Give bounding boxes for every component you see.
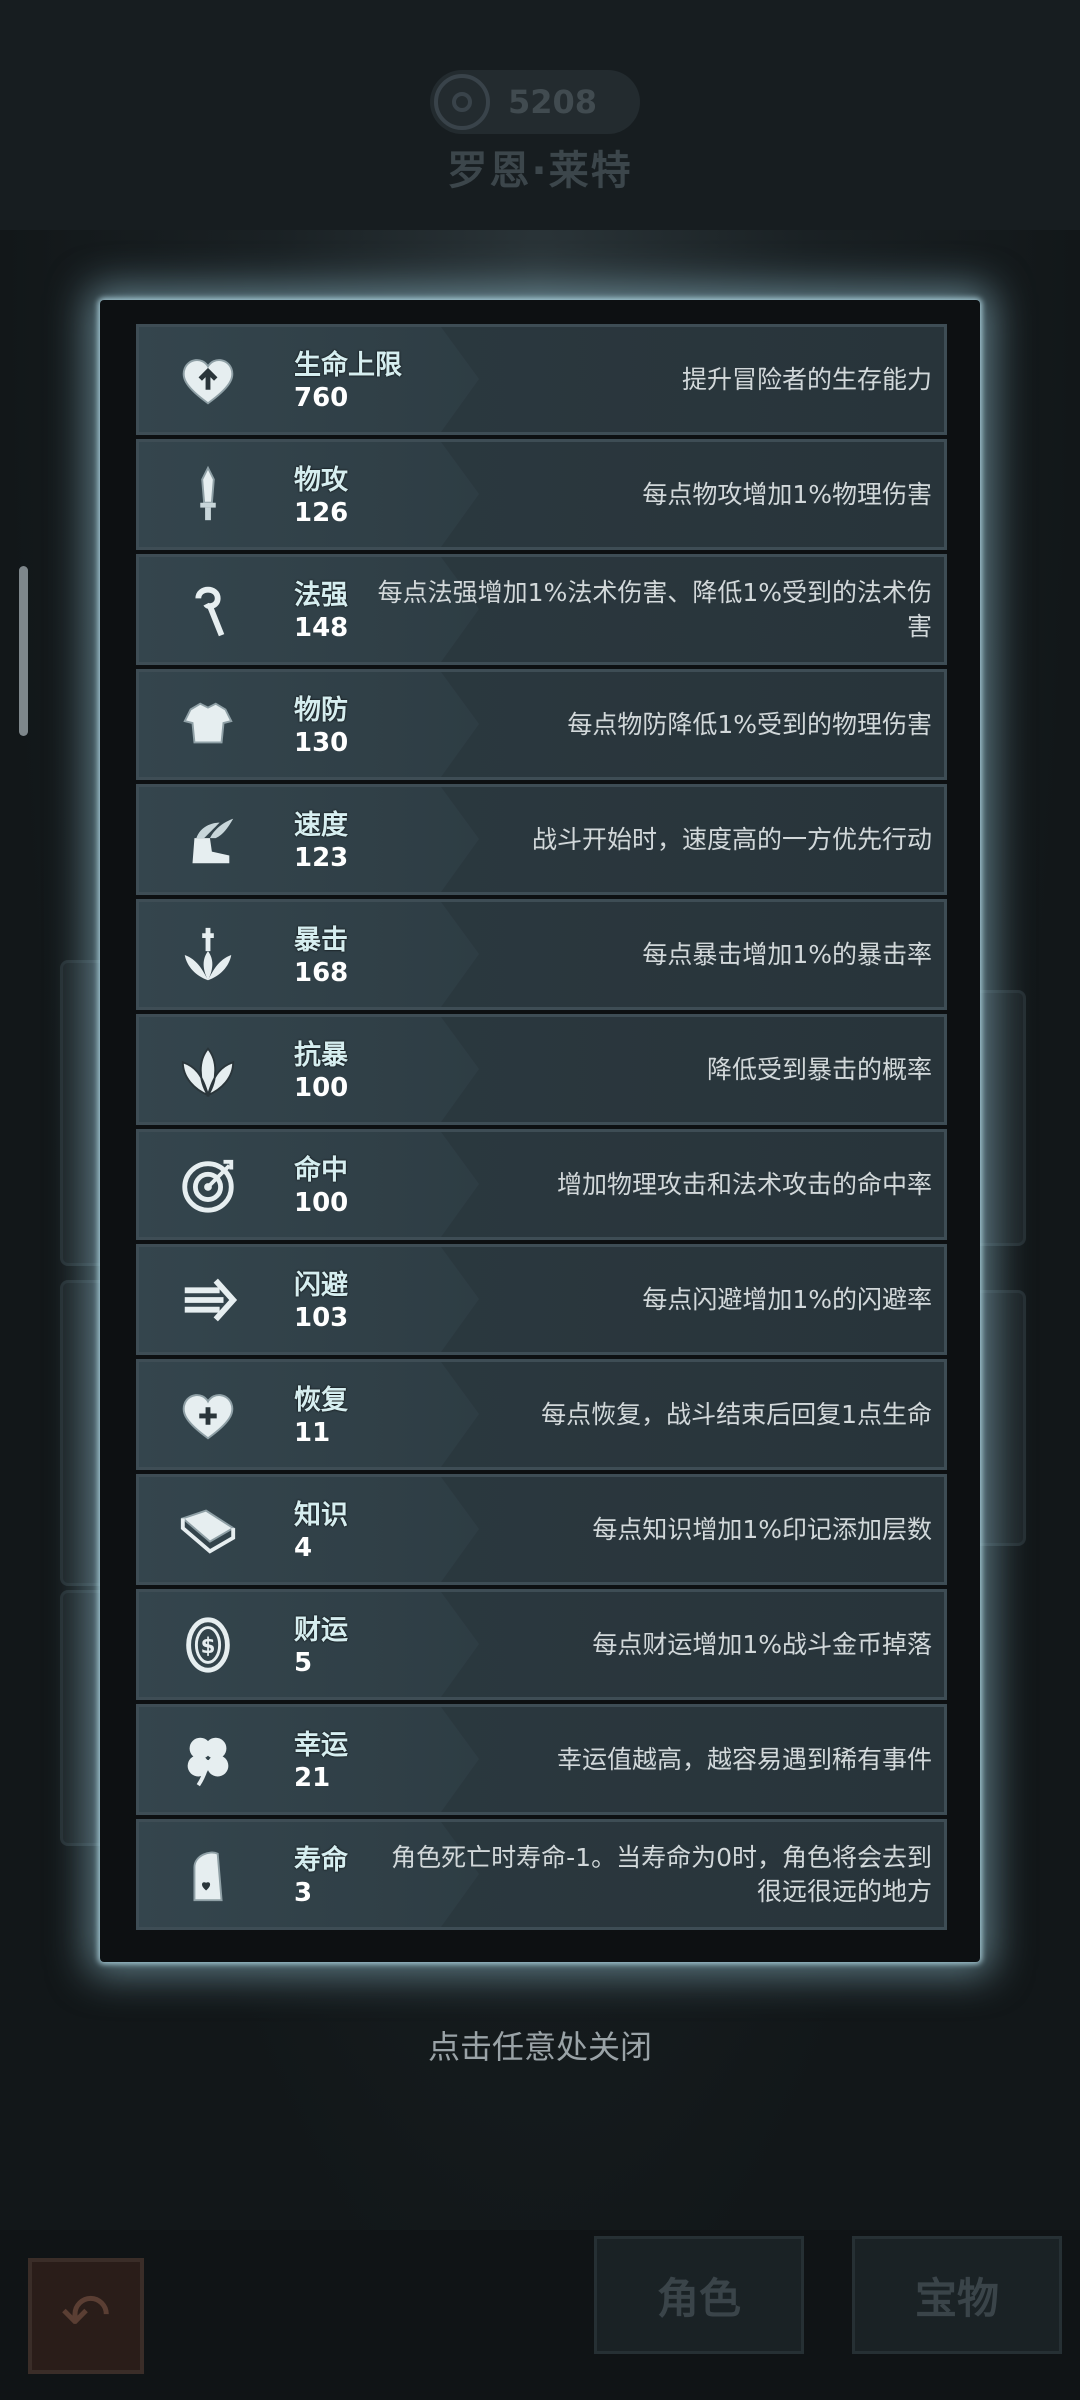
target-icon [177, 1154, 239, 1216]
stat-value: 126 [294, 498, 349, 528]
dodge-icon [177, 1269, 239, 1331]
tab-character-label: 角色 [656, 2273, 741, 2323]
stat-name: 恢复 [294, 1385, 348, 1416]
back-arrow-icon: ↶ [60, 2281, 112, 2351]
book-icon [177, 1499, 239, 1561]
stat-row: 抗暴 100 降低受到暴击的概率 [136, 1014, 947, 1125]
coin-icon: $ [177, 1614, 239, 1676]
stat-value: 3 [294, 1878, 313, 1908]
stat-row: 幸运 21 幸运值越高，越容易遇到稀有事件 [136, 1704, 947, 1815]
stat-name: 寿命 [294, 1845, 348, 1876]
stat-description-text: 每点恢复，战斗结束后回复1点生命 [541, 1399, 932, 1429]
tab-character[interactable]: 角色 [594, 2236, 804, 2354]
stat-description-text: 提升冒险者的生存能力 [681, 364, 932, 394]
stat-description: 每点知识增加1%印记添加层数 [372, 1477, 932, 1582]
stat-description: 每点恢复，战斗结束后回复1点生命 [372, 1362, 932, 1467]
stat-description-text: 每点暴击增加1%的暴击率 [642, 939, 932, 969]
stat-row: 物防 130 每点物防降低1%受到的物理伤害 [136, 669, 947, 780]
stat-row: 法强 148 每点法强增加1%法术伤害、降低1%受到的法术伤害 [136, 554, 947, 665]
stat-row: 速度 123 战斗开始时，速度高的一方优先行动 [136, 784, 947, 895]
stat-description-text: 幸运值越高，越容易遇到稀有事件 [556, 1744, 932, 1774]
stat-value: 21 [294, 1763, 331, 1793]
crit-resist-icon [177, 1039, 239, 1101]
winged-boot-icon [177, 809, 239, 871]
stat-row: $ 财运 5 每点财运增加1%战斗金币掉落 [136, 1589, 947, 1700]
stat-description: 提升冒险者的生存能力 [372, 327, 932, 432]
stat-row: 闪避 103 每点闪避增加1%的闪避率 [136, 1244, 947, 1355]
stat-description-text: 每点物防降低1%受到的物理伤害 [567, 709, 932, 739]
stat-name: 闪避 [294, 1270, 348, 1301]
stat-row: 知识 4 每点知识增加1%印记添加层数 [136, 1474, 947, 1585]
armor-icon [177, 694, 239, 756]
stat-value: 100 [294, 1073, 349, 1103]
power-badge: 5208 [430, 70, 640, 134]
stat-name: 抗暴 [294, 1040, 348, 1071]
stat-name: 法强 [294, 580, 348, 611]
staff-icon [177, 579, 239, 641]
stat-description-text: 每点知识增加1%印记添加层数 [592, 1514, 932, 1544]
svg-text:$: $ [201, 1634, 216, 1659]
clover-icon [177, 1729, 239, 1791]
stat-description: 每点物攻增加1%物理伤害 [372, 442, 932, 547]
stat-name: 物防 [294, 695, 348, 726]
stat-description: 每点暴击增加1%的暴击率 [372, 902, 932, 1007]
stat-name: 暴击 [294, 925, 348, 956]
stat-row: 生命上限 760 提升冒险者的生存能力 [136, 324, 947, 435]
stat-description-text: 降低受到暴击的概率 [706, 1054, 932, 1084]
stat-description: 每点物防降低1%受到的物理伤害 [372, 672, 932, 777]
stat-description: 幸运值越高，越容易遇到稀有事件 [372, 1707, 932, 1812]
stat-value: 168 [294, 958, 349, 988]
stat-description: 战斗开始时，速度高的一方优先行动 [372, 787, 932, 892]
stat-value: 148 [294, 613, 349, 643]
stat-name: 命中 [294, 1155, 348, 1186]
close-hint[interactable]: 点击任意处关闭 [0, 2022, 1080, 2068]
stat-name: 速度 [294, 810, 348, 841]
power-value: 5208 [508, 83, 598, 121]
heart-up-icon [177, 349, 239, 411]
attribute-panel: 生命上限 760 提升冒险者的生存能力 物攻 126 每点物攻增加1%物理伤害 法强 148 每… [100, 300, 980, 1962]
stat-row: 暴击 168 每点暴击增加1%的暴击率 [136, 899, 947, 1010]
stat-row: 命中 100 增加物理攻击和法术攻击的命中率 [136, 1129, 947, 1240]
stat-description: 每点财运增加1%战斗金币掉落 [372, 1592, 932, 1697]
stat-description-text: 每点法强增加1%法术伤害、降低1%受到的法术伤害 [377, 577, 932, 641]
stat-value: 760 [294, 383, 349, 413]
stat-value: 100 [294, 1188, 349, 1218]
scrollbar[interactable] [19, 566, 28, 736]
stat-value: 123 [294, 843, 349, 873]
stat-description-text: 战斗开始时，速度高的一方优先行动 [531, 824, 932, 854]
stat-row: 物攻 126 每点物攻增加1%物理伤害 [136, 439, 947, 550]
stat-description-text: 每点闪避增加1%的闪避率 [642, 1284, 932, 1314]
tab-treasure[interactable]: 宝物 [852, 2236, 1062, 2354]
stat-description: 增加物理攻击和法术攻击的命中率 [372, 1132, 932, 1237]
character-name: 罗恩·莱特 [447, 148, 633, 194]
stat-description: 降低受到暴击的概率 [372, 1017, 932, 1122]
heart-plus-icon [177, 1384, 239, 1446]
stat-description-text: 每点物攻增加1%物理伤害 [642, 479, 932, 509]
stat-description-text: 每点财运增加1%战斗金币掉落 [592, 1629, 932, 1659]
stat-value: 5 [294, 1648, 313, 1678]
stat-name: 物攻 [294, 465, 348, 496]
stat-description-text: 角色死亡时寿命-1。当寿命为0时，角色将会去到很远很远的地方 [391, 1842, 932, 1906]
target-power-icon [434, 74, 490, 130]
stat-value: 130 [294, 728, 349, 758]
tombstone-icon [177, 1844, 239, 1906]
stat-name: 知识 [294, 1500, 348, 1531]
back-button[interactable]: ↶ [28, 2258, 144, 2374]
stat-description: 每点法强增加1%法术伤害、降低1%受到的法术伤害 [372, 557, 932, 662]
stat-row: 寿命 3 角色死亡时寿命-1。当寿命为0时，角色将会去到很远很远的地方 [136, 1819, 947, 1930]
stat-value: 11 [294, 1418, 331, 1448]
stat-description-text: 增加物理攻击和法术攻击的命中率 [556, 1169, 932, 1199]
stat-description: 每点闪避增加1%的闪避率 [372, 1247, 932, 1352]
stat-row: 恢复 11 每点恢复，战斗结束后回复1点生命 [136, 1359, 947, 1470]
stat-name: 幸运 [294, 1730, 348, 1761]
stat-name: 财运 [294, 1615, 348, 1646]
stat-value: 103 [294, 1303, 349, 1333]
sword-icon [177, 464, 239, 526]
tab-treasure-label: 宝物 [914, 2273, 999, 2323]
crit-icon [177, 924, 239, 986]
stat-value: 4 [294, 1533, 313, 1563]
attribute-list: 生命上限 760 提升冒险者的生存能力 物攻 126 每点物攻增加1%物理伤害 法强 148 每… [136, 324, 947, 1934]
stat-description: 角色死亡时寿命-1。当寿命为0时，角色将会去到很远很远的地方 [372, 1822, 932, 1927]
